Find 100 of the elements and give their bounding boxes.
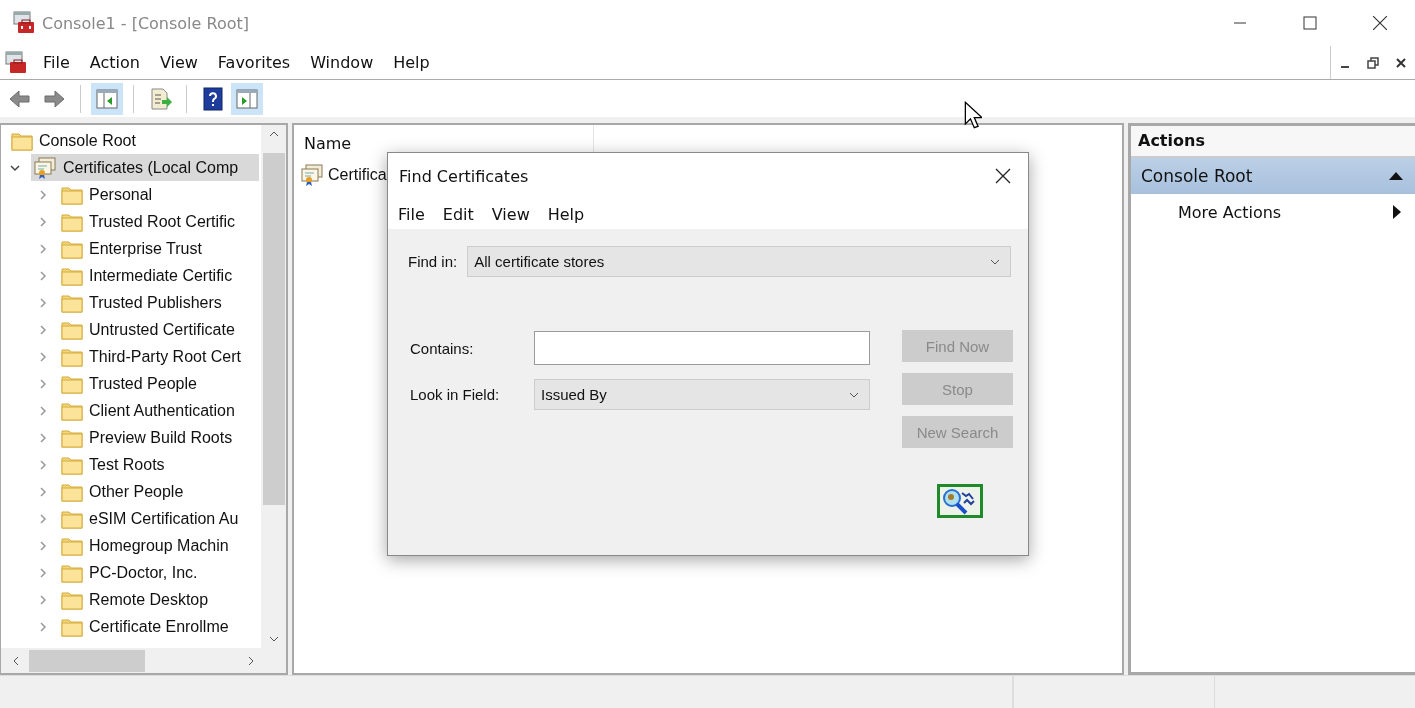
chevron-right-icon[interactable] bbox=[38, 324, 48, 335]
folder-icon bbox=[61, 373, 83, 394]
menu-item[interactable]: Help bbox=[384, 53, 441, 72]
tree-item[interactable]: PC-Doctor, Inc. bbox=[59, 559, 259, 586]
chevron-right-icon[interactable] bbox=[38, 540, 48, 551]
console-app-icon bbox=[4, 50, 28, 75]
certificate-icon bbox=[33, 156, 57, 179]
menu-item[interactable]: Help bbox=[539, 204, 595, 224]
chevron-right-icon[interactable] bbox=[38, 486, 48, 497]
folder-icon bbox=[61, 346, 83, 367]
chevron-right-icon[interactable] bbox=[38, 459, 48, 470]
folder-icon bbox=[61, 535, 83, 556]
menu-item[interactable]: Favorites bbox=[208, 53, 302, 72]
folder-icon bbox=[61, 616, 83, 637]
chevron-right-icon[interactable] bbox=[38, 513, 48, 524]
folder-icon bbox=[61, 400, 83, 421]
folder-icon bbox=[61, 508, 83, 529]
folder-icon bbox=[61, 292, 83, 313]
tree-item[interactable]: Third-Party Root Cert bbox=[59, 343, 259, 370]
show-tree-button[interactable] bbox=[91, 82, 123, 115]
tree-item[interactable]: Trusted Root Certific bbox=[59, 208, 259, 235]
action-section-header[interactable]: Console Root bbox=[1131, 158, 1415, 194]
folder-icon bbox=[61, 562, 83, 583]
collapse-triangle-icon[interactable] bbox=[1389, 172, 1403, 180]
restore-icon bbox=[1367, 56, 1379, 69]
tree-item[interactable]: Trusted People bbox=[59, 370, 259, 397]
tree-item[interactable]: Console Root bbox=[9, 127, 259, 154]
folder-icon bbox=[61, 589, 83, 610]
help-icon bbox=[201, 86, 225, 111]
tree-item[interactable]: Remote Desktop bbox=[59, 586, 259, 613]
menu-item[interactable]: Edit bbox=[434, 204, 484, 224]
chevron-right-icon[interactable] bbox=[38, 189, 48, 200]
tree-item[interactable]: Certificate Enrollme bbox=[59, 613, 259, 640]
folder-icon bbox=[61, 319, 83, 340]
chevron-right-icon[interactable] bbox=[38, 621, 48, 632]
tree-item[interactable]: Other People bbox=[59, 478, 259, 505]
action-item[interactable]: More Actions bbox=[1178, 202, 1282, 222]
menu-item[interactable]: Action bbox=[80, 53, 151, 72]
vertical-scrollbar[interactable] bbox=[261, 125, 286, 648]
close-icon bbox=[1396, 57, 1406, 68]
folder-icon bbox=[61, 454, 83, 475]
menu-item[interactable]: File bbox=[390, 204, 435, 224]
tree-item[interactable]: Homegroup Machin bbox=[59, 532, 259, 559]
scroll-down-icon[interactable] bbox=[268, 636, 279, 642]
folder-icon bbox=[61, 427, 83, 448]
tree-item[interactable]: Preview Build Roots bbox=[59, 424, 259, 451]
pane-icon bbox=[235, 86, 259, 111]
tree-item[interactable]: Certificates (Local Comp bbox=[31, 154, 259, 181]
folder-icon bbox=[61, 238, 83, 259]
chevron-right-icon[interactable] bbox=[38, 405, 48, 416]
minimize-icon bbox=[1341, 65, 1349, 68]
menu-item[interactable]: File bbox=[34, 53, 81, 72]
menu-item[interactable]: Window bbox=[301, 53, 385, 72]
folder-icon bbox=[61, 481, 83, 502]
list-item[interactable]: Certifica bbox=[328, 166, 387, 184]
folder-icon bbox=[61, 184, 83, 205]
tree-item[interactable]: eSIM Certification Au bbox=[59, 505, 259, 532]
dialog-title: Find Certificates bbox=[399, 166, 529, 186]
folder-icon bbox=[61, 211, 83, 232]
look-in-field-dropdown[interactable]: Issued By bbox=[534, 379, 870, 410]
tree-item[interactable]: Enterprise Trust bbox=[59, 235, 259, 262]
chevron-right-icon[interactable] bbox=[38, 378, 48, 389]
maximize-icon bbox=[1303, 16, 1317, 30]
chevron-right-icon[interactable] bbox=[38, 243, 48, 254]
chevron-right-icon[interactable] bbox=[38, 351, 48, 362]
tree-item[interactable]: Personal bbox=[59, 181, 259, 208]
export-list-icon bbox=[148, 86, 172, 111]
tree-item[interactable]: Test Roots bbox=[59, 451, 259, 478]
actions-header: Actions bbox=[1131, 126, 1415, 158]
pane-icon bbox=[95, 86, 119, 111]
chevron-right-icon[interactable] bbox=[38, 567, 48, 578]
menu-item[interactable]: View bbox=[483, 204, 540, 224]
contains-field[interactable] bbox=[534, 331, 870, 365]
window-title: Console1 - [Console Root] bbox=[42, 13, 249, 33]
tree-item[interactable]: Client Authentication bbox=[59, 397, 259, 424]
close-icon bbox=[1372, 15, 1388, 31]
close-icon bbox=[995, 168, 1011, 184]
certificate-icon bbox=[300, 164, 324, 186]
chevron-right-icon[interactable] bbox=[38, 270, 48, 281]
scroll-left-icon[interactable] bbox=[13, 655, 19, 666]
scroll-up-icon[interactable] bbox=[268, 131, 279, 137]
tree-item[interactable]: Intermediate Certific bbox=[59, 262, 259, 289]
contains-label: Contains: bbox=[409, 339, 475, 357]
folder-icon bbox=[61, 265, 83, 286]
menu-item[interactable]: View bbox=[150, 53, 209, 72]
find-in-label: Find in: bbox=[408, 253, 458, 270]
chevron-down-icon[interactable] bbox=[10, 162, 20, 173]
chevron-right-icon[interactable] bbox=[38, 594, 48, 605]
tree-item[interactable]: Untrusted Certificate bbox=[59, 316, 259, 343]
find-in-dropdown[interactable]: All certificate stores bbox=[467, 246, 1012, 277]
console-app-icon bbox=[12, 11, 36, 35]
chevron-right-icon[interactable] bbox=[38, 432, 48, 443]
folder-icon bbox=[11, 130, 33, 151]
chevron-right-icon[interactable] bbox=[38, 297, 48, 308]
look-in-field-label: Look in Field: bbox=[409, 386, 501, 403]
chevron-right-icon[interactable] bbox=[38, 216, 48, 227]
tree-item[interactable]: Trusted Publishers bbox=[59, 289, 259, 316]
certificate-search-icon bbox=[935, 483, 984, 519]
horizontal-scrollbar[interactable] bbox=[1, 648, 286, 673]
scroll-right-icon[interactable] bbox=[248, 655, 254, 666]
